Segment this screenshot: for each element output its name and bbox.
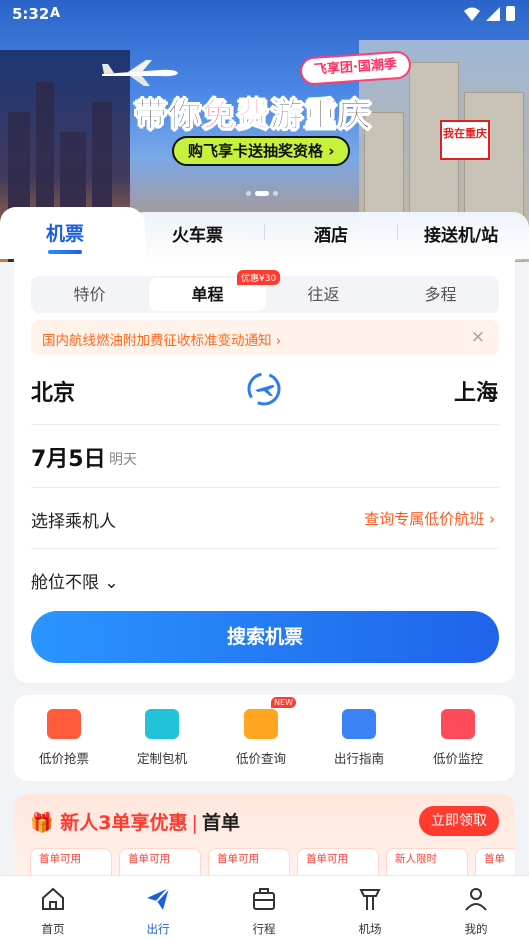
- divider: [264, 224, 265, 240]
- new-badge: NEW: [271, 697, 296, 708]
- wifi-icon: [464, 7, 480, 21]
- title-separator: |: [191, 812, 198, 834]
- nav-label: 出行: [146, 922, 170, 936]
- slogan-pre: 带你: [134, 95, 202, 135]
- trip-type-special[interactable]: 特价: [31, 276, 148, 313]
- tool-flash-deal[interactable]: 低价抢票: [24, 709, 104, 767]
- coupon-tag: 首单可用: [39, 853, 81, 865]
- suitcase-icon: [253, 888, 275, 910]
- gift-icon: 🎁: [30, 812, 54, 834]
- arrival-city[interactable]: 上海: [454, 375, 498, 407]
- carousel-dot: [246, 191, 251, 196]
- slogan-highlight: 免费: [202, 95, 270, 135]
- tab-flights[interactable]: 机票: [46, 219, 84, 246]
- price-tag-icon: NEW: [244, 697, 296, 739]
- airplane-icon: [102, 60, 178, 86]
- tool-label: 低价查询: [235, 751, 286, 766]
- tab-hotel[interactable]: 酒店: [314, 221, 348, 246]
- first-order-label: 首单: [201, 812, 240, 834]
- nav-label: 首页: [41, 922, 65, 936]
- nav-home[interactable]: 首页: [13, 886, 93, 937]
- tool-charter[interactable]: 定制包机: [122, 709, 202, 767]
- status-bar: 5:32 A: [0, 0, 529, 30]
- nav-itinerary[interactable]: 行程: [224, 886, 304, 937]
- home-icon: [42, 887, 64, 910]
- new-user-title: 🎁 新人3单享优惠 | 首单: [30, 808, 240, 835]
- tab-active-indicator: [48, 250, 82, 254]
- tool-travel-guide[interactable]: 出行指南: [319, 709, 399, 767]
- banner-cta-button[interactable]: 购飞享卡送抽奖资格 ›: [172, 136, 351, 166]
- coupon-tag: 首单: [484, 853, 505, 865]
- tool-price-monitor[interactable]: 低价监控: [418, 709, 498, 767]
- divider: [31, 487, 499, 488]
- coupon-tag: 首单可用: [128, 853, 170, 865]
- battery-icon: [506, 6, 515, 21]
- notice-text: 国内航线燃油附加费征收标准变动通知 ›: [42, 333, 282, 349]
- nav-label: 行程: [252, 922, 276, 936]
- select-passenger[interactable]: 选择乘机人: [31, 507, 116, 532]
- cabin-class-dropdown[interactable]: 舱位不限 ⌄: [31, 568, 119, 593]
- bottom-navigation: 首页 出行 行程 机场 我的: [0, 875, 529, 940]
- tool-label: 低价监控: [432, 751, 483, 766]
- close-icon[interactable]: ×: [471, 327, 485, 347]
- nav-label: 机场: [358, 922, 382, 936]
- slogan-post: 游重庆: [270, 95, 372, 135]
- quick-tools: 低价抢票 定制包机 NEW 低价查询 出行指南 低价监控: [14, 695, 515, 781]
- ticket-lightning-icon: [47, 709, 81, 739]
- nav-airport[interactable]: 机场: [330, 886, 410, 937]
- notification-a-icon: A: [50, 6, 61, 21]
- flight-search-card: 特价 单程 优惠¥30 往返 多程 国内航线燃油附加费征收标准变动通知 › × …: [14, 257, 515, 683]
- exclusive-low-price-link[interactable]: 查询专属低价航班 ›: [364, 508, 495, 529]
- divider: [31, 424, 499, 425]
- tool-label: 低价抢票: [38, 751, 89, 766]
- claim-now-button[interactable]: 立即领取: [419, 806, 499, 836]
- guide-book-icon: [342, 709, 376, 739]
- banner-slogan: 带你免费游重庆: [134, 88, 372, 136]
- status-time: 5:32: [12, 5, 50, 23]
- departure-city[interactable]: 北京: [31, 375, 75, 407]
- divider: [31, 548, 499, 549]
- new-user-title-text: 新人3单享优惠: [60, 812, 188, 834]
- date-relative-label: 明天: [109, 452, 137, 468]
- trip-type-roundtrip[interactable]: 往返: [265, 276, 382, 313]
- carousel-dot: [273, 191, 278, 196]
- diamond-ticket-icon: [145, 709, 179, 739]
- nav-travel[interactable]: 出行: [118, 886, 198, 937]
- divider: [397, 224, 398, 240]
- tool-label: 定制包机: [136, 751, 187, 766]
- tab-transfer[interactable]: 接送机/站: [424, 221, 498, 246]
- nav-label: 我的: [464, 922, 488, 936]
- trip-type-selector: 特价 单程 优惠¥30 往返 多程: [31, 270, 499, 313]
- coupon-tag: 首单可用: [217, 853, 259, 865]
- swap-cities-icon[interactable]: [246, 371, 282, 407]
- tool-label: 出行指南: [333, 751, 384, 766]
- signal-icon: [486, 6, 500, 21]
- coupon-tag: 首单可用: [306, 853, 348, 865]
- nav-profile[interactable]: 我的: [436, 886, 516, 937]
- carousel-indicator: [246, 191, 278, 196]
- fuel-surcharge-notice[interactable]: 国内航线燃油附加费征收标准变动通知 › ×: [31, 320, 499, 355]
- departure-date[interactable]: 7月5日: [31, 441, 106, 473]
- tool-low-price-search[interactable]: NEW 低价查询: [221, 697, 301, 767]
- street-sign: 我在重庆: [440, 120, 490, 160]
- control-tower-icon: [359, 889, 381, 910]
- trip-type-multicity[interactable]: 多程: [382, 276, 499, 313]
- tab-train[interactable]: 火车票: [172, 221, 223, 246]
- coupon-tag: 新人限时: [395, 853, 437, 865]
- user-icon: [465, 888, 487, 911]
- search-flights-button[interactable]: 搜索机票: [31, 611, 499, 663]
- trend-chart-icon: [441, 709, 475, 739]
- product-tabs: 机票 火车票 酒店 接送机/站: [0, 207, 529, 259]
- carousel-dot-active: [255, 191, 269, 196]
- paper-plane-icon: [147, 887, 170, 910]
